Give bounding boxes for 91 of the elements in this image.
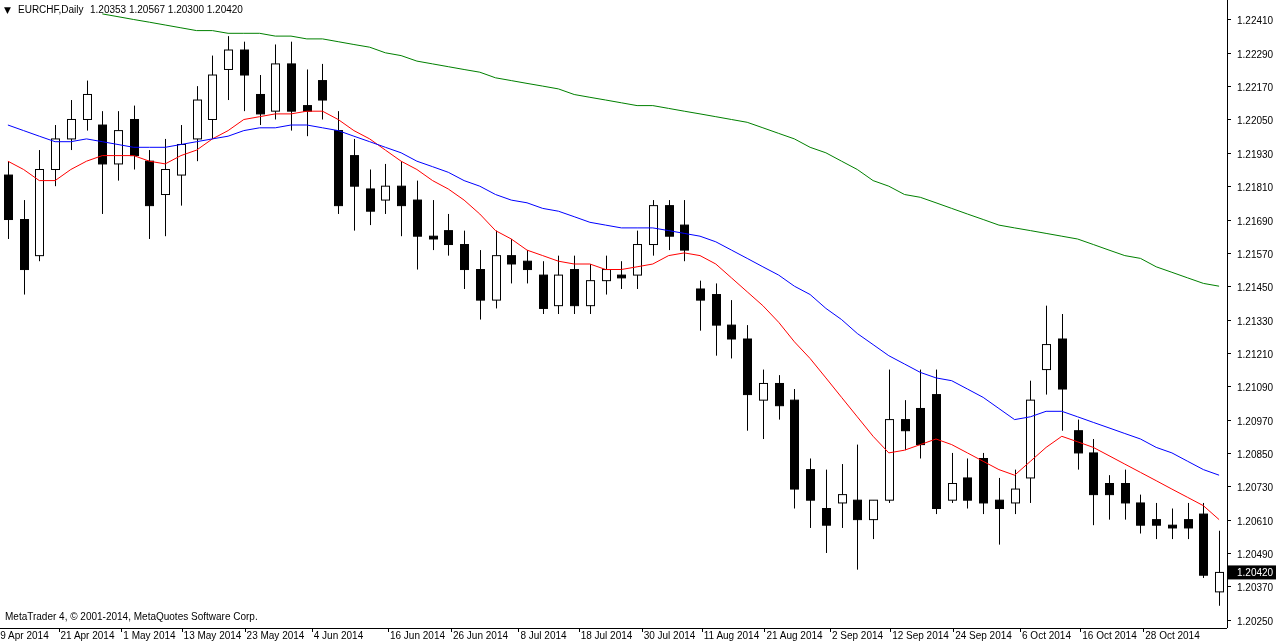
candlestick [1184, 502, 1193, 540]
candlestick [1105, 474, 1114, 521]
candlestick [539, 260, 548, 315]
date-label: 16 Jun 2014 [389, 630, 446, 641]
date-label: 26 Jun 2014 [452, 630, 509, 641]
current-price-badge: 1.20420 [1228, 565, 1276, 580]
candlestick [1168, 508, 1177, 540]
price-label: 1.21330 [1237, 315, 1274, 327]
candlestick [680, 199, 689, 262]
candlestick [554, 255, 563, 315]
date-label: 9 Apr 2014 [0, 630, 49, 641]
candlestick [114, 110, 123, 182]
candlestick [303, 68, 312, 137]
candlestick [602, 255, 611, 296]
candlestick [1121, 469, 1130, 521]
date-label: 30 Jul 2014 [643, 630, 696, 641]
date-label: 12 Sep 2014 [892, 630, 949, 641]
candlestick [665, 199, 674, 251]
price-label: 1.20490 [1237, 548, 1274, 560]
candlestick [696, 280, 705, 332]
price-label: 1.21210 [1237, 348, 1274, 360]
candlestick [948, 452, 957, 504]
candlestick [224, 35, 233, 101]
date-label: 18 Jul 2014 [580, 630, 633, 641]
candlestick [806, 458, 815, 529]
candlestick [523, 249, 532, 284]
candlestick [1152, 502, 1161, 540]
price-label: 1.20370 [1237, 581, 1274, 593]
candlestick [67, 99, 76, 151]
price-label: 1.20970 [1237, 415, 1274, 427]
candlestick [869, 499, 878, 540]
candlestick [633, 230, 642, 290]
candlestick [586, 263, 595, 315]
date-label: 8 Jul 2014 [520, 630, 567, 641]
candlestick [901, 399, 910, 451]
date-label: 1 May 2014 [123, 630, 176, 641]
candlestick [381, 163, 390, 215]
date-label: 21 Aug 2014 [766, 630, 823, 641]
date-label: 21 Apr 2014 [60, 630, 115, 641]
price-label: 1.22290 [1237, 48, 1274, 60]
date-label: 4 Jun 2014 [313, 630, 364, 641]
candlestick [240, 41, 249, 112]
date-label: 16 Oct 2014 [1082, 630, 1137, 641]
candlestick [979, 452, 988, 515]
candlestick [1011, 469, 1020, 515]
date-label: 2 Sep 2014 [831, 630, 884, 641]
date-label: 24 Sep 2014 [955, 630, 1012, 641]
candlestick [1136, 494, 1145, 534]
candlestick [617, 260, 626, 290]
price-label: 1.22050 [1237, 114, 1274, 126]
candlestick [775, 374, 784, 421]
candlestick [727, 299, 736, 359]
price-label: 1.21810 [1237, 181, 1274, 193]
price-label: 1.20730 [1237, 481, 1274, 493]
candlestick [51, 124, 60, 187]
copyright-text: MetaTrader 4, © 2001-2014, MetaQuotes Software Corp. [5, 611, 258, 622]
candlestick [1074, 419, 1083, 471]
date-label: 6 Oct 2014 [1022, 630, 1071, 641]
dropdown-icon[interactable]: ▼ [4, 5, 11, 15]
candlestick [838, 463, 847, 529]
price-label: 1.21930 [1237, 148, 1274, 160]
candlestick [429, 199, 438, 251]
price-label: 1.21570 [1237, 248, 1274, 260]
candlestick [130, 105, 139, 170]
candlestick [570, 255, 579, 315]
candlestick [649, 199, 658, 257]
date-label: 23 May 2014 [246, 630, 305, 641]
price-label: 1.20850 [1237, 448, 1274, 460]
candlestick [759, 369, 768, 440]
date-label: 13 May 2014 [183, 630, 242, 641]
price-label: 1.21090 [1237, 381, 1274, 393]
price-label: 1.21450 [1237, 281, 1274, 293]
price-label: 1.21690 [1237, 215, 1274, 227]
price-label: 1.20250 [1237, 615, 1274, 627]
candlestick [444, 213, 453, 257]
price-label: 1.20610 [1237, 515, 1274, 527]
candlestick [995, 477, 1004, 546]
price-label: 1.22170 [1237, 81, 1274, 93]
candlestick [318, 63, 327, 120]
symbol-label: EURCHF,Daily [18, 4, 84, 15]
date-label: 11 Aug 2014 [703, 630, 760, 641]
candlestick [366, 169, 375, 226]
date-label: 28 Oct 2014 [1145, 630, 1200, 641]
candlestick [460, 230, 469, 290]
candlestick [507, 238, 516, 284]
candlestick [476, 249, 485, 321]
quote-text: 1.20353 1.20567 1.20300 1.20420 [90, 4, 243, 15]
price-label: 1.22410 [1237, 14, 1274, 26]
candlestick [963, 458, 972, 509]
candlestick [83, 80, 92, 132]
candlestick [256, 74, 265, 126]
